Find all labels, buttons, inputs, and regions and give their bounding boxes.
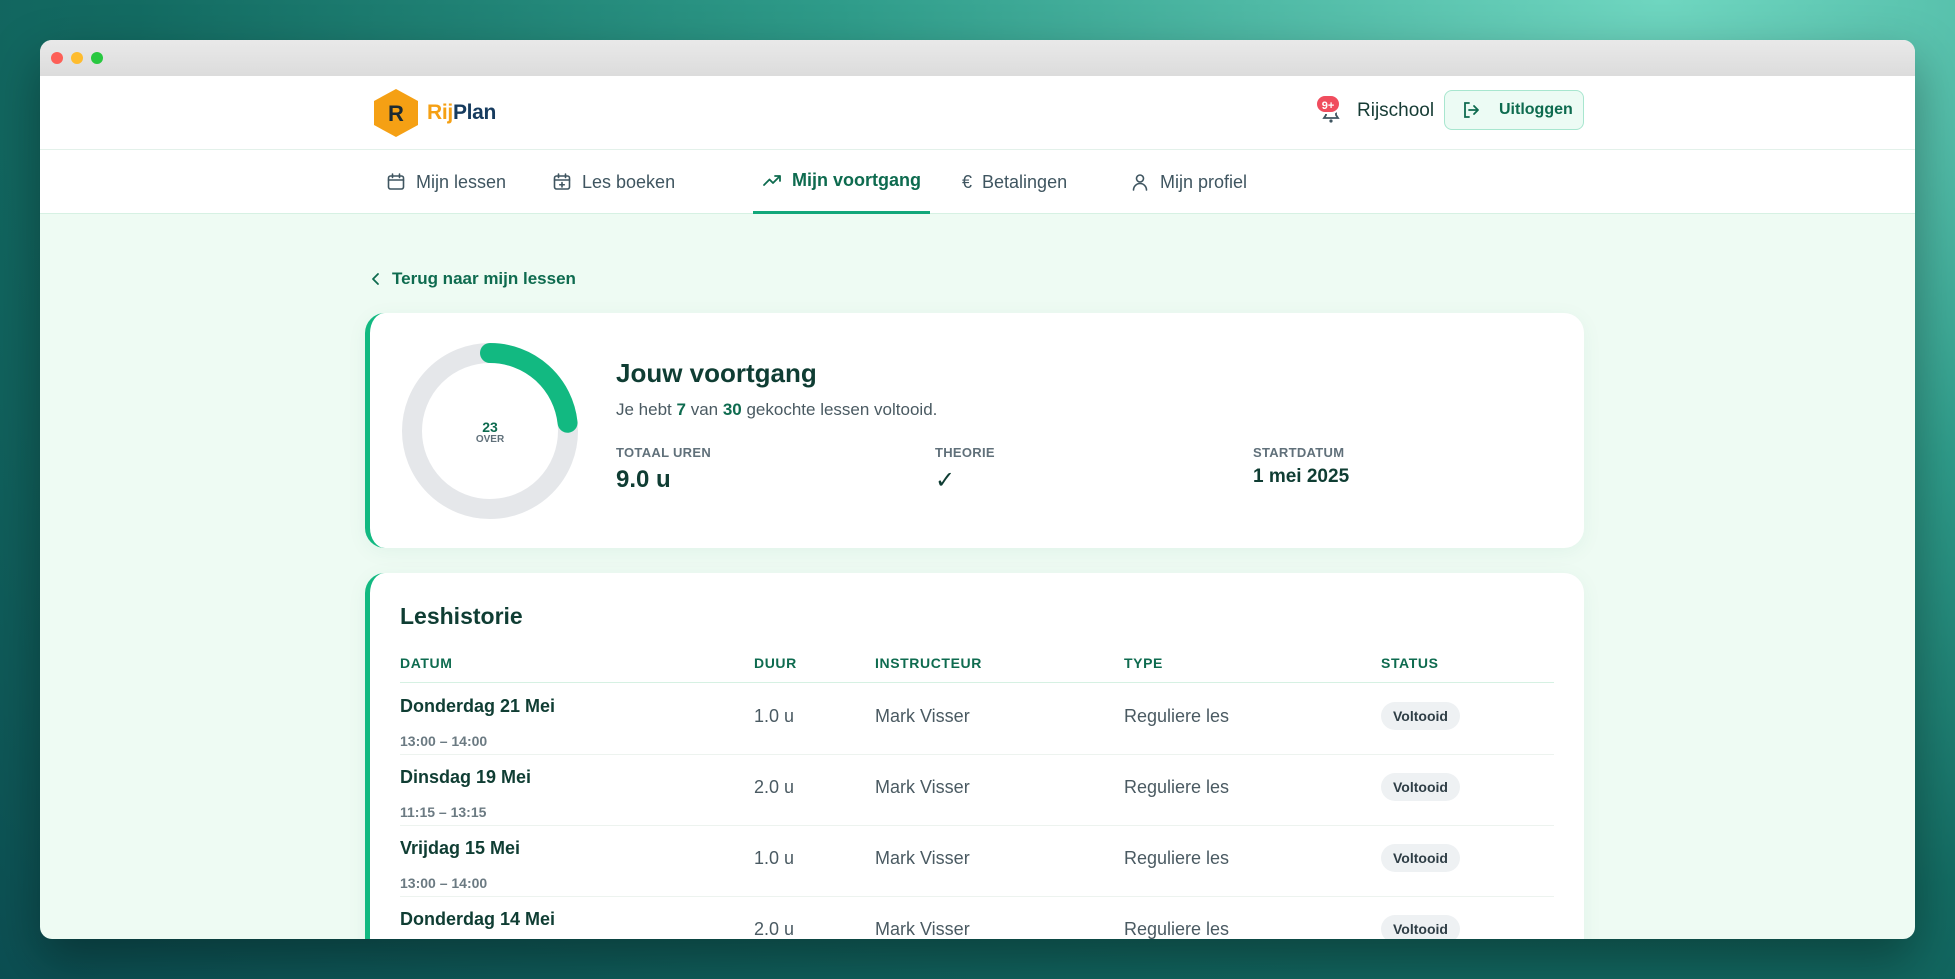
table-row[interactable]: Donderdag 21 Mei 13:00 – 14:00 1.0 u Mark… — [400, 684, 1554, 755]
chevron-left-icon — [372, 273, 379, 285]
main-nav: Mijn lessen Les boeken Mijn voortgang € … — [40, 150, 1915, 214]
lesson-time: 13:00 – 14:00 — [400, 733, 488, 749]
lesson-instructor: Mark Visser — [875, 777, 970, 797]
stat-value: 9.0 u — [616, 466, 671, 493]
progress-title: Jouw voortgang — [616, 358, 817, 388]
column-header: INSTRUCTEUR — [875, 655, 982, 671]
calendar-icon — [387, 173, 405, 190]
tab-mijn-voortgang[interactable]: Mijn voortgang — [753, 150, 930, 214]
history-card: Leshistorie DATUM DUUR INSTRUCTEUR TYPE … — [365, 573, 1584, 939]
trending-up-icon — [763, 174, 781, 186]
lesson-time: 11:15 – 13:15 — [400, 804, 487, 820]
lesson-instructor: Mark Visser — [875, 706, 970, 726]
lesson-duration: 1.0 u — [754, 706, 795, 726]
lesson-date: Vrijdag 15 Mei 13:00 – 14:00 — [400, 838, 521, 891]
back-link[interactable]: Terug naar mijn lessen — [370, 269, 576, 289]
svg-text:R: R — [388, 101, 404, 126]
history-title: Leshistorie — [400, 603, 523, 629]
app-logo[interactable]: R RijPlan — [373, 88, 496, 138]
tab-mijn-lessen[interactable]: Mijn lessen — [386, 150, 506, 214]
lesson-type: Reguliere les — [1124, 777, 1230, 797]
user-icon — [1132, 174, 1148, 191]
app-header: R RijPlan 9+ Rijschool Uitloggen — [40, 76, 1915, 150]
column-header: DATUM — [400, 655, 453, 671]
lesson-type: Reguliere les — [1124, 848, 1230, 868]
stat-theory: THEORIE ✓ — [935, 445, 995, 495]
progress-subtitle: Je hebt 7 van 30 gekochte lessen voltooi… — [616, 400, 938, 419]
lesson-date: Donderdag 21 Mei 13:00 – 14:00 — [400, 696, 556, 749]
stat-label: THEORIE — [935, 445, 995, 460]
tab-les-boeken-label: Les boeken — [582, 171, 676, 192]
lesson-duration: 2.0 u — [754, 919, 795, 939]
maximize-window-button[interactable] — [91, 52, 103, 64]
column-header: STATUS — [1381, 655, 1439, 671]
logout-label: Uitloggen — [1499, 101, 1573, 118]
lesson-duration: 2.0 u — [754, 777, 795, 797]
window-titlebar — [40, 40, 1915, 76]
column-header: DUUR — [754, 655, 797, 671]
tab-mijn-voortgang-label: Mijn voortgang — [792, 170, 921, 190]
lesson-date: Dinsdag 19 Mei 11:15 – 13:15 — [400, 767, 532, 820]
lesson-date: Donderdag 14 Mei — [400, 909, 556, 929]
tab-les-boeken[interactable]: Les boeken — [552, 150, 675, 214]
notification-badge: 9+ — [1315, 94, 1341, 114]
lesson-instructor: Mark Visser — [875, 848, 970, 868]
back-link-label: Terug naar mijn lessen — [392, 269, 576, 288]
status-badge: Voltooid — [1381, 844, 1460, 872]
brand-name: RijPlan — [427, 101, 497, 124]
minimize-window-button[interactable] — [71, 52, 83, 64]
calendar-plus-icon — [553, 173, 571, 190]
logout-button[interactable]: Uitloggen — [1444, 90, 1584, 130]
close-window-button[interactable] — [51, 52, 63, 64]
status-badge: Voltooid — [1381, 915, 1460, 939]
stat-label: TOTAAL UREN — [616, 445, 712, 460]
lesson-instructor: Mark Visser — [875, 919, 970, 939]
school-name: Rijschool — [1357, 100, 1435, 121]
table-row[interactable]: Dinsdag 19 Mei 11:15 – 13:15 2.0 u Mark V… — [400, 755, 1554, 826]
lesson-type: Reguliere les — [1124, 919, 1230, 939]
check-icon: ✓ — [935, 467, 956, 494]
table-row[interactable]: Vrijdag 15 Mei 13:00 – 14:00 1.0 u Mark V… — [400, 826, 1554, 897]
table-header: DATUM DUUR INSTRUCTEUR TYPE STATUS — [400, 655, 1554, 683]
lesson-duration: 1.0 u — [754, 848, 795, 868]
tab-mijn-profiel-label: Mijn profiel — [1160, 171, 1248, 192]
stat-value: 1 mei 2025 — [1253, 466, 1350, 487]
browser-window: R RijPlan 9+ Rijschool Uitloggen Mijn le… — [40, 40, 1915, 939]
lesson-type: Reguliere les — [1124, 706, 1230, 726]
logo-hexagon-icon: R — [374, 89, 418, 137]
stat-label: STARTDATUM — [1253, 445, 1345, 460]
stat-total-hours: TOTAAL UREN 9.0 u — [616, 445, 711, 494]
tab-mijn-lessen-label: Mijn lessen — [416, 171, 507, 192]
remaining-label: OVER — [475, 434, 505, 445]
tab-betalingen-label: Betalingen — [982, 171, 1068, 192]
progress-card: 23 OVER Jouw voortgang Je hebt 7 van 30 … — [365, 313, 1584, 548]
logout-icon — [1464, 102, 1479, 118]
remaining-count: 23 — [482, 419, 498, 435]
euro-icon: € — [962, 171, 973, 192]
column-header: TYPE — [1124, 655, 1163, 671]
tab-mijn-profiel[interactable]: Mijn profiel — [1130, 150, 1247, 214]
table-row[interactable]: Donderdag 14 Mei 2.0 u Mark Visser Regul… — [400, 897, 1554, 939]
status-badge: Voltooid — [1381, 702, 1460, 730]
status-badge: Voltooid — [1381, 773, 1460, 801]
stat-start-date: STARTDATUM 1 mei 2025 — [1253, 445, 1349, 488]
tab-betalingen[interactable]: € Betalingen — [962, 150, 1067, 214]
lesson-time: 13:00 – 14:00 — [400, 875, 488, 891]
